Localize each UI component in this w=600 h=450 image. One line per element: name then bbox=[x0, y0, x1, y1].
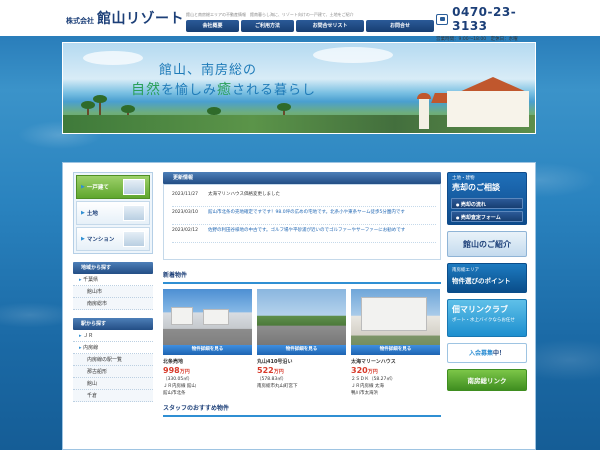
category-mansion[interactable]: ▶ マンション bbox=[76, 227, 150, 251]
news-head: 更新情報 bbox=[163, 172, 441, 184]
property-name[interactable]: 北条売地 bbox=[163, 358, 252, 365]
tateyama-intro-banner[interactable]: 館山のご紹介 bbox=[447, 231, 527, 257]
logo-name: 館山リゾート bbox=[97, 11, 184, 27]
area-search-head: 地域から探す bbox=[73, 262, 153, 274]
hero-banner: 館山、南房総の 自然を愉しみ癒される暮らし bbox=[62, 42, 536, 134]
news-list: 2023/11/27 太海マリンハウス価格変更しました 2023/03/10 館… bbox=[163, 184, 441, 260]
property-name[interactable]: 太海マリーンハウス bbox=[351, 358, 440, 365]
tagline: 館山と南房総エリアの不動産情報 館南暮らし海に、リゾート向けの一戸建て、土地をご… bbox=[186, 12, 354, 17]
category-box: ▶ 一戸建て ▶ 土地 ▶ マンション bbox=[73, 172, 153, 254]
property-area: ２ＳＤＫ（58.27㎡） bbox=[351, 377, 396, 382]
news-date: 2023/03/10 bbox=[172, 210, 198, 215]
news-link[interactable]: 佐野の利田谷様地の中古です。ゴルフ場や平砂浦が近いのでゴルファーやサーファーにお… bbox=[208, 228, 405, 239]
news-item: 2023/03/10 館山市北条の売地確定ですです！98.0坪の広めの宅地です。… bbox=[172, 207, 436, 225]
sell-appraisal-button[interactable]: 売却査定フォーム bbox=[451, 211, 523, 222]
land-thumb bbox=[123, 205, 145, 221]
sell-tag: 土地・建物 bbox=[452, 176, 475, 181]
house-thumb bbox=[123, 179, 145, 195]
area-tateyama[interactable]: 館山市 bbox=[73, 286, 153, 298]
property-area: （330.05㎡） bbox=[163, 377, 193, 382]
station-nakofunakata[interactable]: 那古船形 bbox=[73, 366, 153, 378]
property-price: 998万円 bbox=[163, 366, 190, 375]
membership-banner[interactable]: 入会募集中！ bbox=[447, 343, 527, 363]
news-text: 太海マリンハウス価格変更しました bbox=[208, 192, 280, 197]
staff-picks-title: スタッフのおすすめ物件 bbox=[163, 403, 441, 417]
phone-icon bbox=[436, 13, 449, 25]
hero-title-line1: 館山、南房総の bbox=[159, 63, 258, 78]
property-line: ＪＲ内房線 太海 bbox=[351, 384, 384, 389]
sell-title: 売却のご相談 bbox=[452, 183, 500, 192]
station-search-head: 駅から探す bbox=[73, 318, 153, 330]
property-card: 物件詳細を見る 丸山410号沿い 522万円 （578.83㎡） 南房総市丸山町… bbox=[257, 289, 346, 396]
category-land[interactable]: ▶ 土地 bbox=[76, 201, 150, 225]
property-card: 物件詳細を見る 北条売地 998万円 （330.05㎡） ＪＲ内房線 館山 館山… bbox=[163, 289, 252, 396]
nav-company[interactable]: 会社概要 bbox=[186, 20, 239, 32]
property-address: 南房総市丸山町宮下 bbox=[257, 384, 298, 389]
property-area: （578.83㎡） bbox=[257, 377, 287, 382]
arrow-icon: ▶ bbox=[81, 184, 85, 190]
hero-title-line2: 自然を愉しみ癒される暮らし bbox=[131, 82, 317, 98]
sell-flow-button[interactable]: 売却の流れ bbox=[451, 198, 523, 209]
main-content: ▶一戸建て ▶土地 ▶マンション 地域から探す 千葉県 館山市 南房総市 駅から… bbox=[62, 162, 536, 450]
mansion-thumb bbox=[123, 231, 145, 247]
minamiboso-link-banner[interactable]: 南房総リンク bbox=[447, 369, 527, 391]
nav-inquiry[interactable]: お問合せ bbox=[366, 20, 434, 32]
center-column: 更新情報 2023/11/27 太海マリンハウス価格変更しました 2023/03… bbox=[163, 172, 441, 417]
site-header: 株式会社 館山リゾート 館山と南房総エリアの不動産情報 館南暮らし海に、リゾート… bbox=[0, 0, 600, 42]
marina-club-banner[interactable]: 佃マリンクラブ ボート・水上バイクならお任せ bbox=[447, 299, 527, 337]
nav-usage[interactable]: ご利用方法 bbox=[241, 20, 294, 32]
lighthouse bbox=[417, 93, 431, 129]
station-chikura[interactable]: 千倉 bbox=[73, 390, 153, 402]
left-sidebar: ▶一戸建て ▶土地 ▶マンション 地域から探す 千葉県 館山市 南房総市 駅から… bbox=[73, 172, 153, 402]
property-address: 館山市北条 bbox=[163, 391, 186, 396]
property-card: 物件詳細を見る 太海マリーンハウス 320万円 ２ＳＤＫ（58.27㎡） ＪＲ内… bbox=[351, 289, 440, 396]
logo-prefix: 株式会社 bbox=[66, 17, 94, 25]
right-sidebar: 土地・建物 売却のご相談 売却の流れ 売却査定フォーム 館山のご紹介 南房総エリ… bbox=[447, 172, 527, 397]
station-jr[interactable]: ＪＲ bbox=[73, 330, 153, 342]
news-date: 2023/02/12 bbox=[172, 228, 198, 233]
new-properties: 物件詳細を見る 北条売地 998万円 （330.05㎡） ＪＲ内房線 館山 館山… bbox=[163, 289, 441, 396]
area-minamiboso[interactable]: 南房総市 bbox=[73, 298, 153, 310]
news-item: 2023/11/27 太海マリンハウス価格変更しました bbox=[172, 189, 436, 207]
property-detail-button[interactable]: 物件詳細を見る bbox=[163, 345, 252, 355]
property-tips-banner[interactable]: 南房総エリア 物件選びのポイント bbox=[447, 263, 527, 293]
villa-image bbox=[431, 65, 533, 127]
site-logo[interactable]: 株式会社 館山リゾート bbox=[66, 8, 184, 28]
property-photo[interactable]: 物件詳細を見る bbox=[257, 289, 346, 355]
phone-box: 0470-23-3133 営業時間：9:00～18:00 定休日：水曜 bbox=[436, 5, 536, 42]
arrow-icon: ▶ bbox=[81, 236, 85, 242]
area-chiba[interactable]: 千葉県 bbox=[73, 274, 153, 286]
top-nav: 会社概要 ご利用方法 お問合せリスト お問合せ bbox=[186, 20, 434, 32]
new-properties-title: 新着物件 bbox=[163, 270, 441, 284]
news-link[interactable]: 館山市北条の売地確定ですです！98.0坪の広めの宅地です。北条小や東条ヤーム徒歩… bbox=[208, 210, 405, 221]
phone-number[interactable]: 0470-23-3133 bbox=[452, 5, 536, 33]
category-house[interactable]: ▶ 一戸建て bbox=[76, 175, 150, 199]
property-price: 320万円 bbox=[351, 366, 378, 375]
station-list[interactable]: 内房線の駅一覧 bbox=[73, 354, 153, 366]
arrow-icon: ▶ bbox=[81, 210, 85, 216]
property-detail-button[interactable]: 物件詳細を見る bbox=[257, 345, 346, 355]
nav-inquiry-list[interactable]: お問合せリスト bbox=[296, 20, 364, 32]
sell-consult-banner[interactable]: 土地・建物 売却のご相談 売却の流れ 売却査定フォーム bbox=[447, 172, 527, 225]
property-name[interactable]: 丸山410号沿い bbox=[257, 358, 346, 365]
station-uchibo[interactable]: 内房線 bbox=[73, 342, 153, 354]
property-price: 522万円 bbox=[257, 366, 284, 375]
station-tateyama[interactable]: 館山 bbox=[73, 378, 153, 390]
property-detail-button[interactable]: 物件詳細を見る bbox=[351, 345, 440, 355]
property-line: ＪＲ内房線 館山 bbox=[163, 384, 196, 389]
news-date: 2023/11/27 bbox=[172, 192, 198, 197]
news-item: 2023/02/12 佐野の利田谷様地の中古です。ゴルフ場や平砂浦が近いのでゴル… bbox=[172, 225, 436, 243]
property-photo[interactable]: 物件詳細を見る bbox=[163, 289, 252, 355]
property-address: 鴨川市太海浜 bbox=[351, 391, 378, 396]
property-photo[interactable]: 物件詳細を見る bbox=[351, 289, 440, 355]
